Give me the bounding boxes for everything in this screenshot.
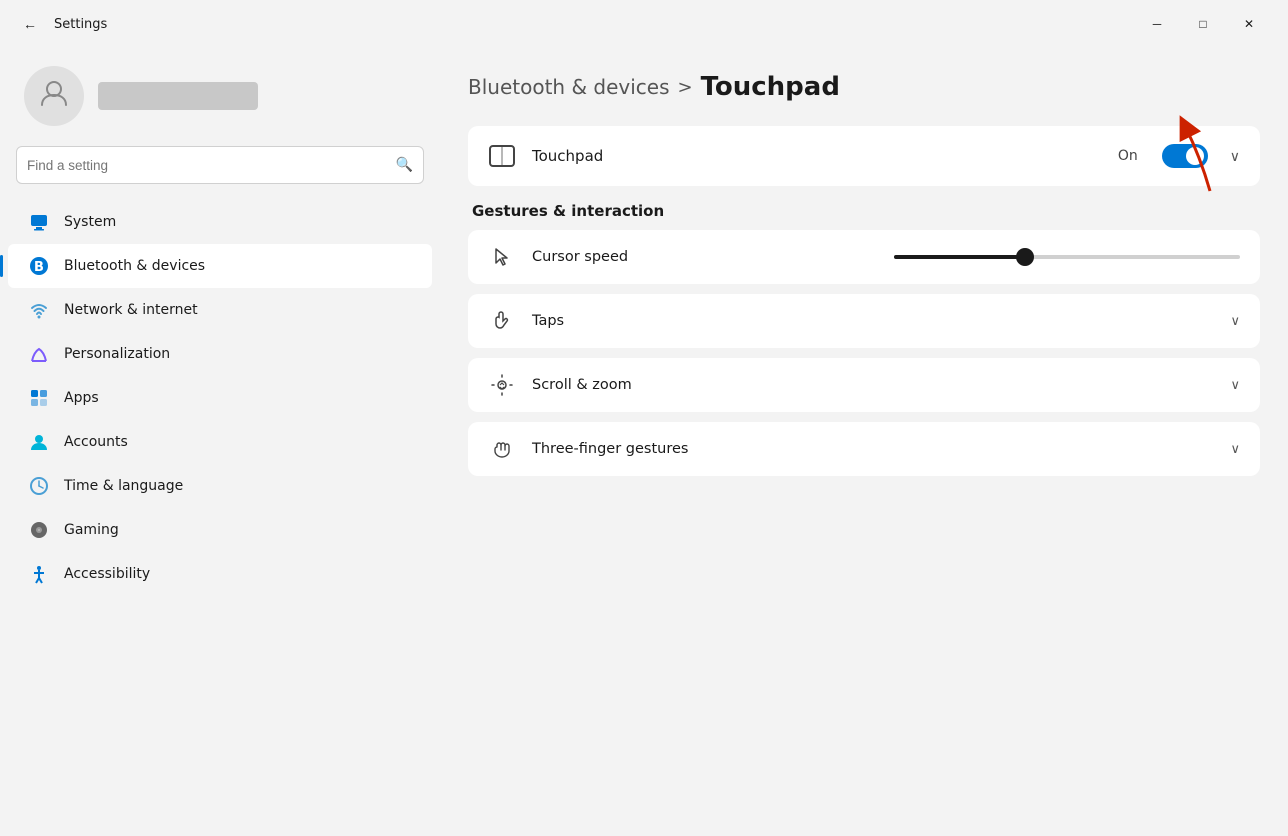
cursor-speed-row[interactable]: Cursor speed bbox=[468, 230, 1260, 284]
accounts-icon bbox=[28, 431, 50, 453]
taps-label: Taps bbox=[532, 313, 1214, 329]
breadcrumb-parent[interactable]: Bluetooth & devices bbox=[468, 75, 670, 99]
cursor-speed-label: Cursor speed bbox=[532, 249, 878, 265]
sidebar-label-personalization: Personalization bbox=[64, 346, 170, 362]
three-finger-icon bbox=[488, 438, 516, 460]
app-body: 🔍 System B Bluetooth & devices bbox=[0, 48, 1288, 836]
sidebar-label-time: Time & language bbox=[64, 478, 183, 494]
scroll-zoom-label: Scroll & zoom bbox=[532, 377, 1214, 393]
toggle-status: On bbox=[1118, 148, 1138, 164]
close-button[interactable]: ✕ bbox=[1226, 8, 1272, 40]
sidebar-label-bluetooth: Bluetooth & devices bbox=[64, 258, 205, 274]
user-name bbox=[98, 82, 258, 110]
app-title: Settings bbox=[54, 17, 107, 32]
sidebar-item-apps[interactable]: Apps bbox=[8, 376, 432, 420]
network-icon bbox=[28, 299, 50, 321]
sidebar-item-network[interactable]: Network & internet bbox=[8, 288, 432, 332]
scroll-zoom-icon bbox=[488, 374, 516, 396]
three-finger-group: Three-finger gestures ∨ bbox=[468, 422, 1260, 476]
breadcrumb: Bluetooth & devices > Touchpad bbox=[468, 72, 1260, 102]
sidebar-item-gaming[interactable]: Gaming bbox=[8, 508, 432, 552]
gaming-icon bbox=[28, 519, 50, 541]
taps-row[interactable]: Taps ∨ bbox=[468, 294, 1260, 348]
svg-text:B: B bbox=[34, 260, 44, 275]
breadcrumb-separator: > bbox=[678, 77, 693, 98]
taps-icon bbox=[488, 310, 516, 332]
accessibility-icon bbox=[28, 563, 50, 585]
window-controls: ─ □ ✕ bbox=[1134, 8, 1272, 40]
taps-group: Taps ∨ bbox=[468, 294, 1260, 348]
sidebar-item-time[interactable]: Time & language bbox=[8, 464, 432, 508]
taps-chevron-icon: ∨ bbox=[1230, 314, 1240, 329]
search-container: 🔍 bbox=[0, 146, 440, 200]
maximize-button[interactable]: □ bbox=[1180, 8, 1226, 40]
sidebar-item-system[interactable]: System bbox=[8, 200, 432, 244]
three-finger-row[interactable]: Three-finger gestures ∨ bbox=[468, 422, 1260, 476]
user-icon bbox=[38, 77, 70, 116]
search-icon: 🔍 bbox=[396, 157, 413, 173]
three-finger-label: Three-finger gestures bbox=[532, 441, 1214, 457]
touchpad-card[interactable]: Touchpad On ∨ bbox=[468, 126, 1260, 186]
avatar bbox=[24, 66, 84, 126]
minimize-button[interactable]: ─ bbox=[1134, 8, 1180, 40]
touchpad-label: Touchpad bbox=[532, 147, 1102, 165]
cursor-speed-icon bbox=[488, 246, 516, 268]
back-button[interactable]: ← bbox=[16, 10, 44, 38]
sidebar-label-accessibility: Accessibility bbox=[64, 566, 150, 582]
touchpad-toggle[interactable] bbox=[1162, 144, 1208, 168]
three-finger-chevron-icon: ∨ bbox=[1230, 442, 1240, 457]
scroll-zoom-chevron-icon: ∨ bbox=[1230, 378, 1240, 393]
titlebar: ← Settings ─ □ ✕ bbox=[0, 0, 1288, 48]
sidebar-item-personalization[interactable]: Personalization bbox=[8, 332, 432, 376]
touchpad-expand-btn[interactable]: ∨ bbox=[1230, 148, 1240, 165]
sidebar-label-apps: Apps bbox=[64, 390, 99, 406]
titlebar-left: ← Settings bbox=[16, 10, 107, 38]
scroll-zoom-row[interactable]: Scroll & zoom ∨ bbox=[468, 358, 1260, 412]
sidebar: 🔍 System B Bluetooth & devices bbox=[0, 48, 440, 836]
system-icon bbox=[28, 211, 50, 233]
search-box[interactable]: 🔍 bbox=[16, 146, 424, 184]
sidebar-label-accounts: Accounts bbox=[64, 434, 128, 450]
cursor-speed-group: Cursor speed bbox=[468, 230, 1260, 284]
user-profile bbox=[0, 48, 440, 146]
main-content: Bluetooth & devices > Touchpad Touchpad … bbox=[440, 48, 1288, 836]
cursor-speed-slider[interactable] bbox=[894, 255, 1240, 259]
sidebar-label-system: System bbox=[64, 214, 116, 230]
sidebar-item-bluetooth[interactable]: B Bluetooth & devices bbox=[8, 244, 432, 288]
sidebar-item-accounts[interactable]: Accounts bbox=[8, 420, 432, 464]
touchpad-icon bbox=[488, 144, 516, 168]
apps-icon bbox=[28, 387, 50, 409]
personalization-icon bbox=[28, 343, 50, 365]
bluetooth-icon: B bbox=[28, 255, 50, 277]
sidebar-label-gaming: Gaming bbox=[64, 522, 119, 538]
toggle-knob bbox=[1186, 147, 1204, 165]
sidebar-label-network: Network & internet bbox=[64, 302, 198, 318]
breadcrumb-current: Touchpad bbox=[701, 72, 840, 102]
time-icon bbox=[28, 475, 50, 497]
sidebar-item-accessibility[interactable]: Accessibility bbox=[8, 552, 432, 596]
gestures-section-header: Gestures & interaction bbox=[472, 202, 1260, 220]
scroll-zoom-group: Scroll & zoom ∨ bbox=[468, 358, 1260, 412]
search-input[interactable] bbox=[27, 158, 388, 173]
